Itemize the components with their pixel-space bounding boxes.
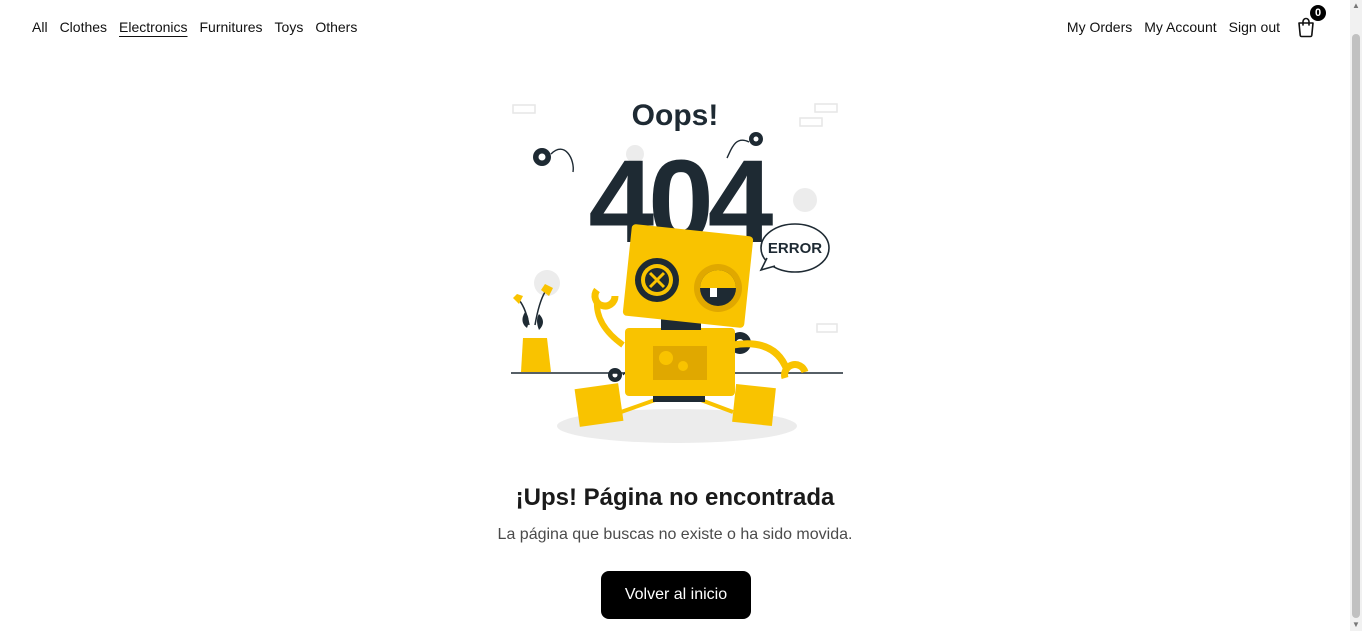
category-nav: All Clothes Electronics Furnitures Toys … <box>32 19 357 35</box>
error-bubble-text: ERROR <box>768 240 822 257</box>
scroll-thumb[interactable] <box>1352 34 1360 618</box>
nav-electronics[interactable]: Electronics <box>119 19 187 35</box>
vertical-scrollbar[interactable]: ▲ ▼ <box>1350 0 1362 631</box>
oops-text: Oops! <box>632 99 719 132</box>
page-not-found-subtitle: La página que buscas no existe o ha sido… <box>497 526 853 543</box>
sign-out-link[interactable]: Sign out <box>1229 19 1280 35</box>
robot-404-illustration: Oops! 404 ERROR <box>511 99 843 443</box>
scroll-down-icon[interactable]: ▼ <box>1352 621 1360 629</box>
nav-furnitures[interactable]: Furnitures <box>200 19 263 35</box>
scroll-up-icon[interactable]: ▲ <box>1352 2 1360 10</box>
cart-count-badge: 0 <box>1310 5 1326 21</box>
nav-others[interactable]: Others <box>315 19 357 35</box>
account-nav: My Orders My Account Sign out 0 <box>1067 5 1326 39</box>
shopping-bag-button[interactable]: 0 <box>1294 5 1326 39</box>
nav-all[interactable]: All <box>32 19 48 35</box>
page-not-found-title: ¡Ups! Página no encontrada <box>515 484 835 511</box>
my-orders-link[interactable]: My Orders <box>1067 19 1132 35</box>
back-home-button[interactable]: Volver al inicio <box>601 571 751 619</box>
my-account-link[interactable]: My Account <box>1144 19 1216 35</box>
nav-toys[interactable]: Toys <box>275 19 304 35</box>
nav-clothes[interactable]: Clothes <box>60 19 107 35</box>
top-navbar: All Clothes Electronics Furnitures Toys … <box>0 0 1350 54</box>
